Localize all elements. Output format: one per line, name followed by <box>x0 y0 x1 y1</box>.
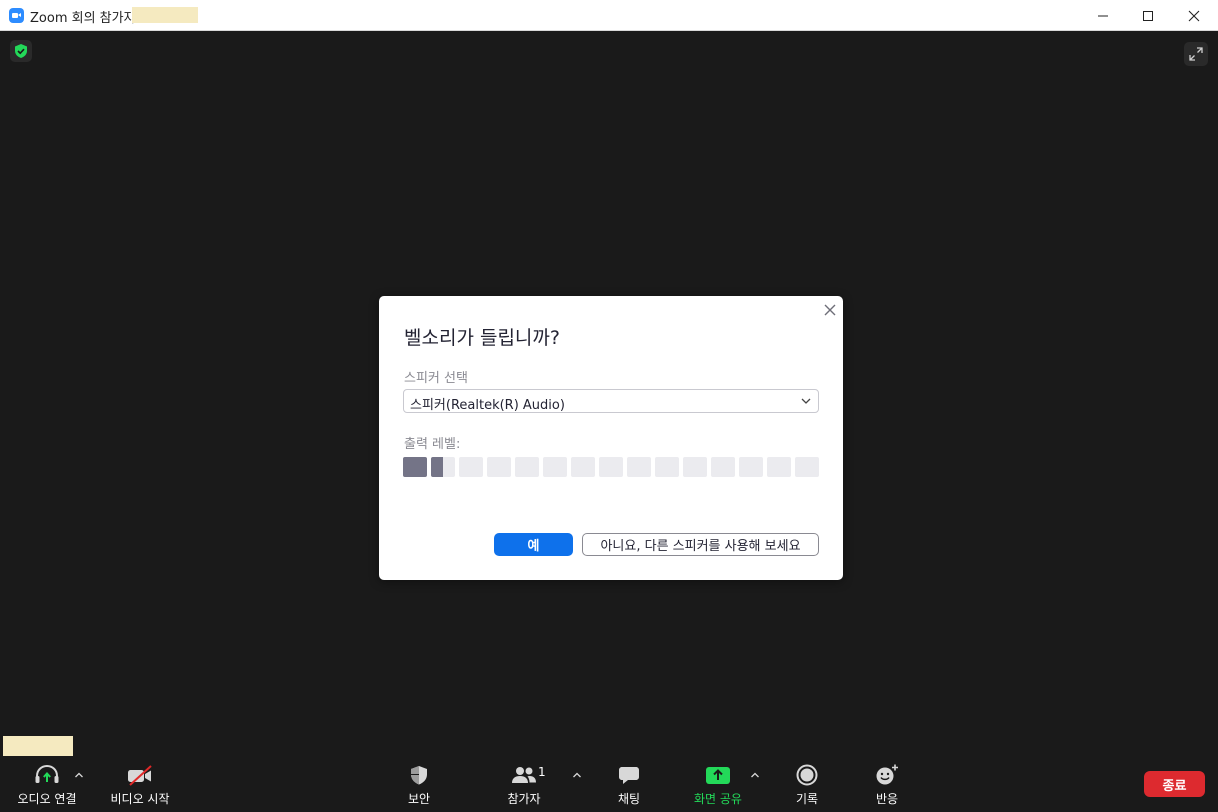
encryption-shield-button[interactable] <box>10 40 32 62</box>
redacted-participant-name <box>3 736 73 756</box>
chevron-up-icon <box>573 772 581 778</box>
level-segment <box>403 457 427 477</box>
minimize-button[interactable] <box>1080 0 1126 31</box>
speaker-select-label: 스피커 선택 <box>404 371 468 386</box>
shield-icon <box>411 766 427 785</box>
speaker-select-value: 스피커(Realtek(R) Audio) <box>410 398 565 413</box>
audio-options-caret[interactable] <box>72 768 86 782</box>
zoom-logo-icon <box>9 8 24 23</box>
record-label: 기록 <box>795 792 819 806</box>
participants-options-caret[interactable] <box>570 768 584 782</box>
chevron-down-icon <box>801 398 811 404</box>
chat-button[interactable]: 채팅 <box>604 762 654 808</box>
start-video-button[interactable]: 비디오 시작 <box>100 762 180 808</box>
participants-label: 참가자 <box>507 792 541 806</box>
people-icon <box>512 767 536 783</box>
security-label: 보안 <box>407 792 431 806</box>
video-off-icon <box>128 765 152 786</box>
try-another-speaker-button[interactable]: 아니요, 다른 스피커를 사용해 보세요 <box>582 533 819 556</box>
level-segment <box>543 457 567 477</box>
level-segment <box>459 457 483 477</box>
dialog-close-button[interactable] <box>822 302 838 318</box>
output-level-meter <box>403 457 821 477</box>
level-segment <box>599 457 623 477</box>
zoom-meeting-window: Zoom 회의 참가자 벨소리가 들립니까? 스피커 선택 스피커(Realte… <box>0 0 1218 812</box>
maximize-icon <box>1143 10 1153 21</box>
title-bar: Zoom 회의 참가자 <box>0 0 1218 31</box>
level-segment <box>487 457 511 477</box>
share-options-caret[interactable] <box>748 768 762 782</box>
dialog-title: 벨소리가 들립니까? <box>404 327 560 349</box>
share-screen-label: 화면 공유 <box>694 792 742 806</box>
expand-icon <box>1189 47 1203 61</box>
security-button[interactable]: 보안 <box>394 762 444 808</box>
speaker-select[interactable]: 스피커(Realtek(R) Audio) <box>403 389 819 413</box>
reactions-label: 반응 <box>875 792 899 806</box>
chevron-up-icon <box>751 772 759 778</box>
level-segment <box>571 457 595 477</box>
share-screen-button[interactable]: 화면 공유 <box>680 762 756 808</box>
level-segment <box>627 457 651 477</box>
share-screen-icon <box>706 767 730 784</box>
redacted-meeting-name <box>132 7 198 23</box>
record-icon <box>796 764 818 786</box>
start-video-label: 비디오 시작 <box>110 792 170 806</box>
output-level-label: 출력 레벨: <box>404 437 461 452</box>
speaker-test-dialog: 벨소리가 들립니까? 스피커 선택 스피커(Realtek(R) Audio) … <box>379 296 843 580</box>
level-segment-fill <box>431 457 443 477</box>
level-segment <box>739 457 763 477</box>
close-icon <box>824 304 836 316</box>
level-segment <box>795 457 819 477</box>
level-segment <box>655 457 679 477</box>
level-segment <box>683 457 707 477</box>
close-window-button[interactable] <box>1171 0 1217 31</box>
emoji-add-icon <box>876 764 898 785</box>
level-segment <box>515 457 539 477</box>
level-segment <box>431 457 455 477</box>
chevron-up-icon <box>75 772 83 778</box>
participants-count-badge: 1 <box>538 765 546 779</box>
maximize-button[interactable] <box>1125 0 1171 31</box>
record-button[interactable]: 기록 <box>782 762 832 808</box>
fullscreen-button[interactable] <box>1184 42 1208 66</box>
level-segment-fill <box>403 457 427 477</box>
end-meeting-button[interactable]: 종료 <box>1144 771 1205 797</box>
chat-bubble-icon <box>619 767 639 784</box>
headphones-icon <box>35 764 59 783</box>
shield-check-icon <box>15 44 27 58</box>
close-icon <box>1188 10 1200 21</box>
minimize-icon <box>1098 15 1108 16</box>
window-title: Zoom 회의 참가자 <box>30 11 136 26</box>
level-segment <box>767 457 791 477</box>
join-audio-label: 오디오 연결 <box>17 792 77 806</box>
chat-label: 채팅 <box>617 792 641 806</box>
level-segment <box>711 457 735 477</box>
reactions-button[interactable]: 반응 <box>862 762 912 808</box>
yes-button[interactable]: 예 <box>494 533 573 556</box>
